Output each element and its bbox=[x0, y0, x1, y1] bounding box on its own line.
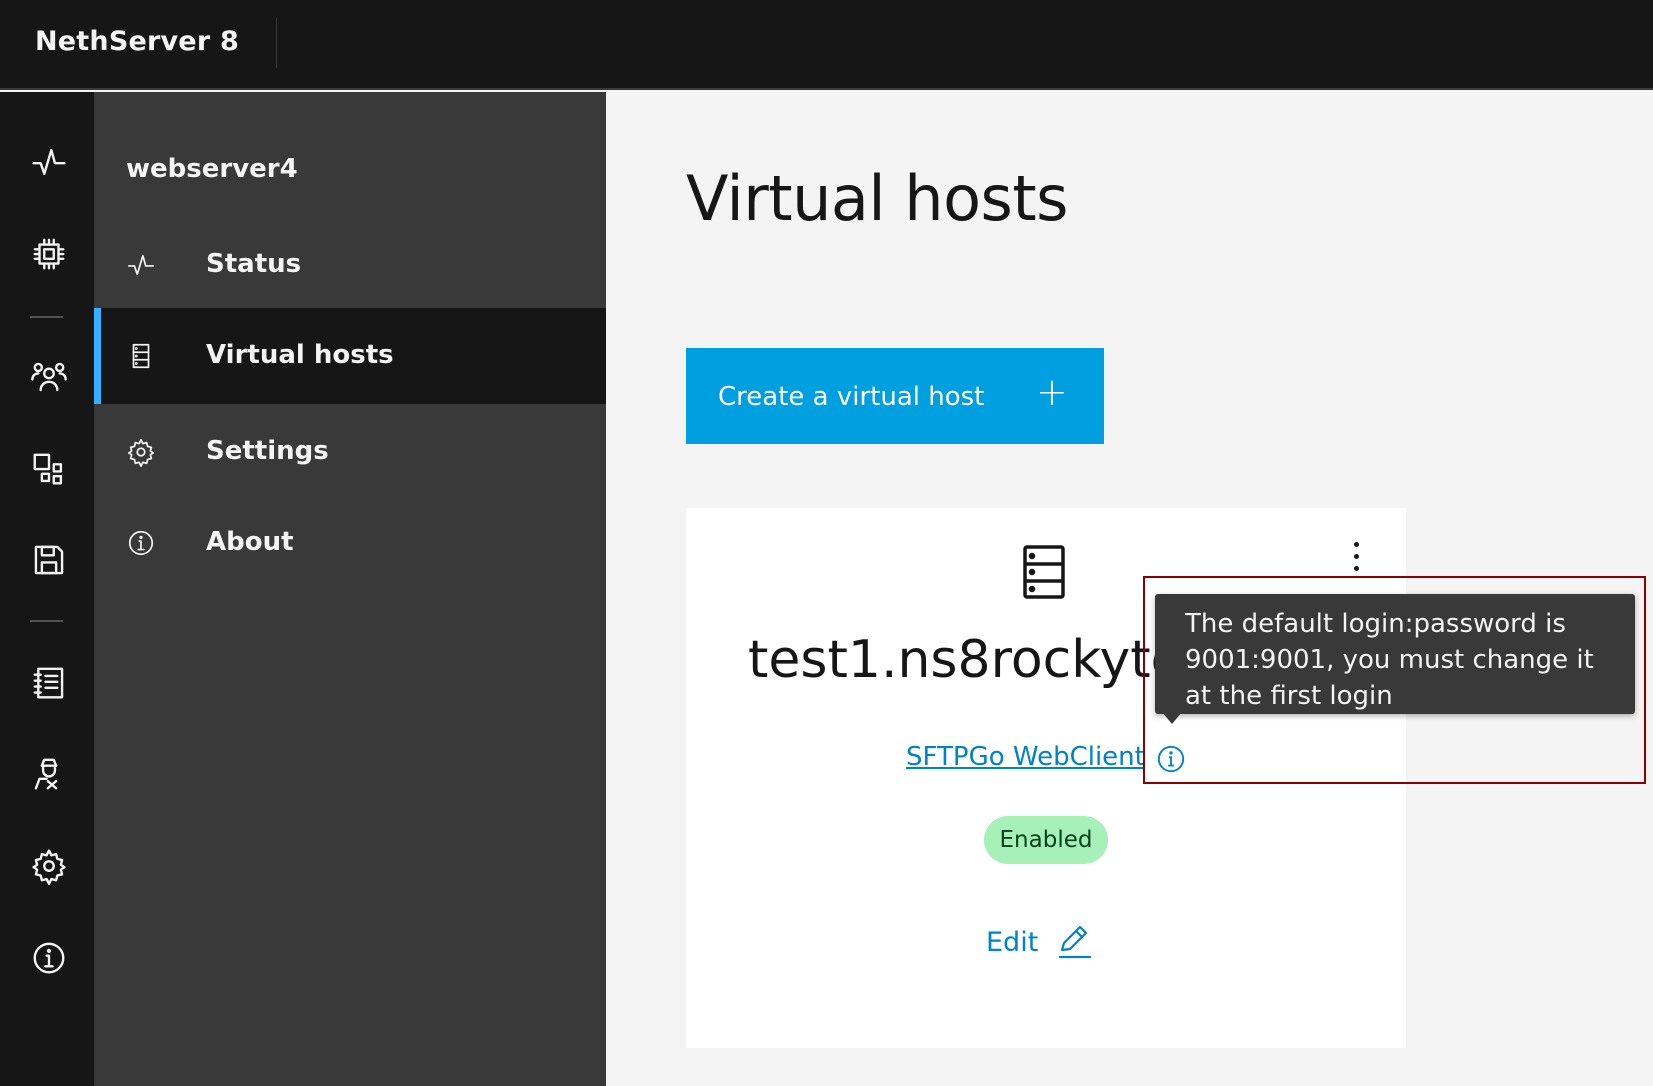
app-instance-title: webserver4 bbox=[126, 154, 298, 184]
info-icon bbox=[126, 528, 156, 558]
app-sidebar: webserver4 Status Virtual hosts Settings… bbox=[94, 92, 606, 1086]
activity-icon bbox=[126, 250, 156, 280]
create-button-label: Create a virtual host bbox=[718, 382, 985, 412]
rail-separator bbox=[30, 620, 63, 622]
sidebar-item-status[interactable]: Status bbox=[94, 217, 606, 313]
server-icon bbox=[1022, 544, 1066, 600]
save-icon[interactable] bbox=[29, 540, 69, 580]
server-icon bbox=[126, 341, 156, 371]
plus-icon: + bbox=[1036, 370, 1068, 414]
tooltip-caret bbox=[1162, 712, 1182, 724]
gear-icon bbox=[126, 437, 156, 467]
rail-separator bbox=[30, 316, 63, 318]
logs-icon[interactable] bbox=[29, 663, 69, 703]
sidebar-item-label: Virtual hosts bbox=[206, 340, 394, 370]
support-icon[interactable] bbox=[29, 754, 69, 794]
header-divider bbox=[276, 18, 277, 68]
navigation-rail bbox=[0, 92, 94, 1086]
main-content: Virtual hosts Create a virtual host + te… bbox=[606, 92, 1653, 1086]
activity-icon[interactable] bbox=[29, 142, 69, 182]
sidebar-item-label: About bbox=[206, 527, 294, 557]
edit-button[interactable]: Edit bbox=[986, 922, 1094, 962]
page-title: Virtual hosts bbox=[686, 162, 1068, 235]
sidebar-item-virtual-hosts[interactable]: Virtual hosts bbox=[94, 308, 606, 404]
apps-icon[interactable] bbox=[29, 449, 69, 489]
create-virtual-host-button[interactable]: Create a virtual host + bbox=[686, 348, 1104, 444]
users-icon[interactable] bbox=[29, 357, 69, 397]
status-badge: Enabled bbox=[984, 816, 1108, 864]
info-icon[interactable] bbox=[1156, 744, 1186, 774]
edit-label: Edit bbox=[986, 926, 1039, 958]
brand-name[interactable]: NethServer 8 bbox=[35, 26, 239, 57]
chip-icon[interactable] bbox=[29, 234, 69, 274]
overflow-menu-icon[interactable] bbox=[1346, 540, 1366, 576]
sidebar-item-settings[interactable]: Settings bbox=[94, 404, 606, 500]
sidebar-item-label: Settings bbox=[206, 436, 329, 466]
login-tooltip: The default login:password is 9001:9001,… bbox=[1155, 594, 1635, 714]
sidebar-item-about[interactable]: About bbox=[94, 495, 606, 591]
virtual-host-card: test1.ns8rockytest SFTPGo WebClient Enab… bbox=[686, 508, 1406, 1048]
sidebar-item-label: Status bbox=[206, 249, 302, 279]
top-header: NethServer 8 bbox=[0, 0, 1653, 90]
edit-icon bbox=[1059, 925, 1092, 959]
info-icon[interactable] bbox=[29, 938, 69, 978]
sftpgo-webclient-link[interactable]: SFTPGo WebClient bbox=[906, 742, 1145, 772]
gear-icon[interactable] bbox=[29, 846, 69, 886]
